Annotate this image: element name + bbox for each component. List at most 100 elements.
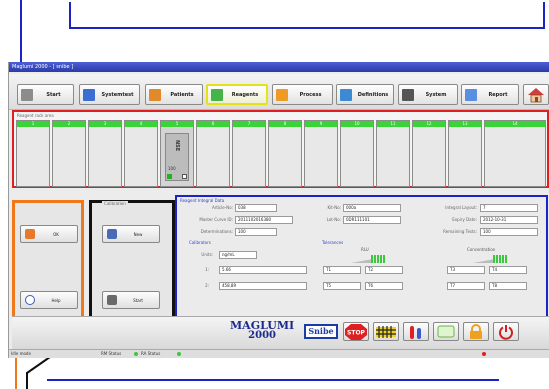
reagent-kit[interactable]: NSE 100 — [165, 133, 189, 181]
master-curve-field[interactable]: 2011102016380 — [235, 216, 293, 224]
tolerance-field[interactable]: T3 — [447, 266, 485, 274]
kit-field[interactable]: 000a — [343, 204, 401, 212]
rack-slot[interactable]: 8 — [268, 120, 302, 187]
rack-slot[interactable]: 1 — [16, 120, 50, 187]
tolerance-field[interactable]: T8 — [489, 282, 527, 290]
lock-button[interactable] — [463, 322, 489, 341]
remaining-tests-label: Remaining Tests: — [443, 229, 477, 234]
help-button[interactable]: Help — [20, 291, 78, 309]
article-field[interactable]: 038 — [235, 204, 277, 212]
reagent-status-indicator — [167, 174, 172, 179]
units-field[interactable]: ng/mL — [219, 251, 257, 259]
status-mode: Idle mode — [11, 351, 31, 356]
ok-help-panel: OK Help — [12, 200, 84, 329]
start-button[interactable]: Start — [17, 84, 74, 105]
detail-section-title: Reagent Integral Data — [180, 198, 225, 203]
rack-slot[interactable]: 10 — [340, 120, 374, 187]
rack-slot[interactable]: 4 — [124, 120, 158, 187]
rack-slot[interactable]: 14 — [484, 120, 546, 187]
app-window: Maglumi 2000 - [ snibe ] Start Systemtes… — [8, 62, 549, 358]
rack-slot[interactable]: 11 — [376, 120, 410, 187]
tolerances-heading: Tolerances — [322, 240, 344, 245]
rack-slot[interactable]: 13 — [448, 120, 482, 187]
rack-slot[interactable]: 3 — [88, 120, 122, 187]
slot-number: 11 — [377, 121, 409, 127]
calibration-new-button[interactable]: New — [102, 225, 160, 243]
power-icon — [499, 324, 513, 340]
stop-icon: STOP — [345, 323, 367, 340]
rack-slot[interactable]: 7 — [232, 120, 266, 187]
display-button[interactable] — [433, 322, 459, 341]
report-button[interactable]: Report — [461, 84, 519, 105]
slot-number: 6 — [197, 121, 229, 127]
tolerance-field[interactable]: T5 — [323, 282, 361, 290]
rack-area-label: Reagent rack area — [17, 113, 54, 118]
tolerance-field[interactable]: T1 — [323, 266, 361, 274]
rack-slot[interactable]: 2 — [52, 120, 86, 187]
reagent-integral-data-panel: Reagent Integral Data Article-No: 038 Ki… — [175, 195, 548, 331]
sample-tube-button[interactable] — [403, 322, 429, 341]
determinations-label: Determinations: — [200, 229, 233, 234]
rack-load-button[interactable] — [373, 322, 399, 341]
patients-icon — [149, 88, 161, 101]
rack-icon — [376, 325, 396, 338]
maglumi-logo: MAGLUMI 2000 — [230, 320, 294, 341]
definitions-button[interactable]: Definitions — [336, 84, 394, 105]
tolerance-field[interactable]: T6 — [365, 282, 403, 290]
tolerance-field[interactable]: T7 — [447, 282, 485, 290]
reagent-count: 100 — [168, 166, 176, 171]
slot-number: 3 — [89, 121, 121, 127]
rlu-heading: RLU — [361, 247, 369, 252]
definitions-icon — [340, 88, 352, 101]
start-label: Start — [46, 91, 61, 98]
process-button[interactable]: Process — [272, 84, 333, 105]
tolerance-field[interactable]: T2 — [365, 266, 403, 274]
systemtest-label: Systemtest — [101, 91, 134, 98]
slot-number: 9 — [305, 121, 337, 127]
slot-number: 4 — [125, 121, 157, 127]
slot-number: 13 — [449, 121, 481, 127]
power-button[interactable] — [493, 322, 519, 341]
tolerance-field[interactable]: T4 — [489, 266, 527, 274]
reagents-button[interactable]: Reagents — [206, 84, 268, 105]
system-button[interactable]: System — [398, 84, 458, 105]
rm-status-label: RM Status — [101, 351, 122, 356]
calibrator-2-label: 2: — [205, 283, 209, 288]
new-icon — [107, 229, 117, 239]
brand-line-2: 2000 — [248, 330, 276, 341]
calibrator-2-field[interactable]: 458.89 — [219, 282, 307, 290]
expiry-field[interactable]: 2012-10-31 — [480, 216, 538, 224]
rack-slot-occupied[interactable]: 5 NSE 100 — [160, 120, 194, 187]
heart-check-icon — [25, 229, 35, 239]
calibration-title: Calibration — [102, 201, 128, 206]
calibration-panel: Calibration New Start — [89, 200, 175, 329]
annotation-bracket-top — [69, 27, 545, 29]
determinations-field[interactable]: 100 — [235, 228, 277, 236]
alarm-indicator — [482, 352, 486, 356]
patients-button[interactable]: Patients — [145, 84, 203, 105]
tubes-icon — [410, 325, 421, 339]
lock-icon — [470, 323, 482, 339]
rack-slot[interactable]: 6 — [196, 120, 230, 187]
calibration-start-button[interactable]: Start — [102, 291, 160, 309]
home-button[interactable] — [523, 84, 549, 105]
rlu-meter-icon — [351, 255, 385, 263]
rack-slot[interactable]: 9 — [304, 120, 338, 187]
systemtest-button[interactable]: Systemtest — [79, 84, 140, 105]
layout-field[interactable]: 7 — [480, 204, 538, 212]
remaining-tests-field[interactable]: 100 — [480, 228, 538, 236]
calibrators-heading: Calibrators — [189, 240, 211, 245]
units-label: Units: — [201, 252, 213, 257]
slot-number: 10 — [341, 121, 373, 127]
calibrator-1-field[interactable]: 5.66 — [219, 266, 307, 274]
start-icon — [21, 88, 33, 101]
layout-label: Integral Layout: — [445, 205, 477, 210]
concentration-heading: Concentration — [467, 247, 496, 252]
patients-label: Patients — [170, 91, 194, 98]
status-bar: Idle mode RM Status RA Status — [9, 349, 549, 358]
lot-field[interactable]: 0DR111101 — [343, 216, 401, 224]
ok-button[interactable]: OK — [20, 225, 78, 243]
stop-button[interactable]: STOP — [343, 322, 369, 341]
rack-slot[interactable]: 12 — [412, 120, 446, 187]
slot-number: 2 — [53, 121, 85, 127]
